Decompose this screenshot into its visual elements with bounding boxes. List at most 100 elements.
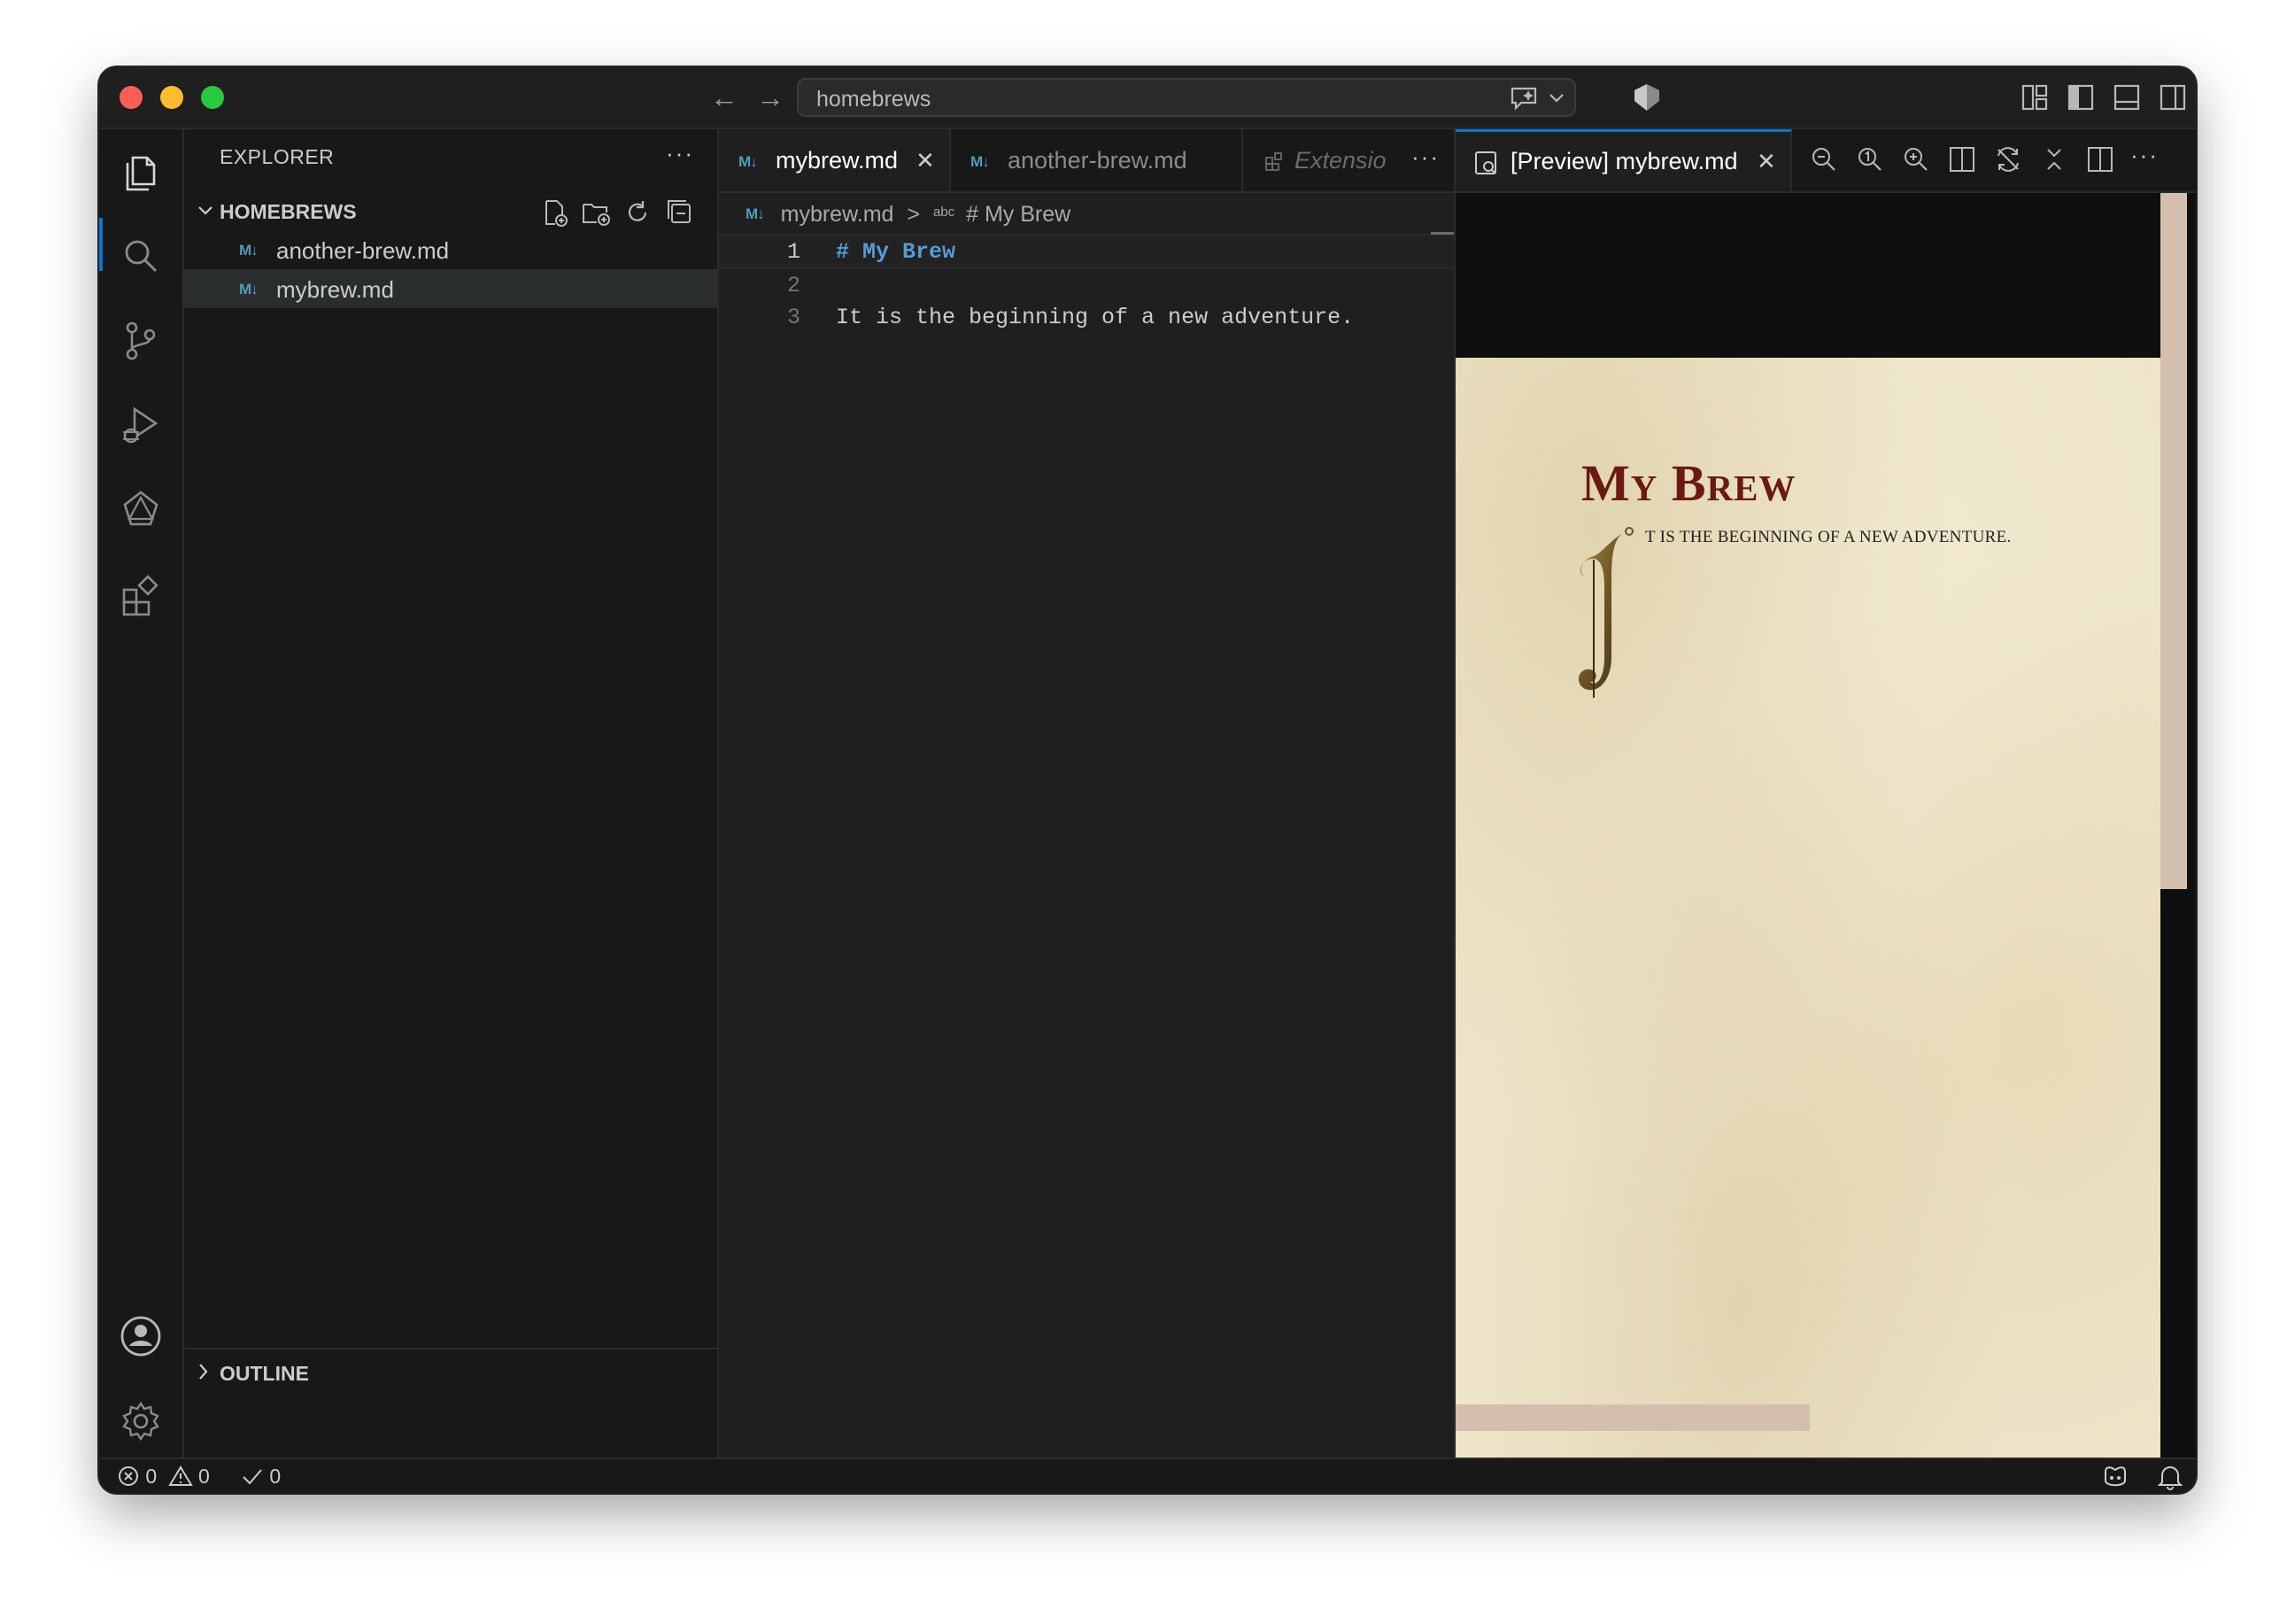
new-file-icon[interactable] (540, 198, 568, 227)
preview-tab-bar: [Preview] mybrew.md ✕ ··· (1456, 129, 2196, 193)
code-editor[interactable]: 1 # My Brew 2 3 It is the beginning of a… (719, 234, 1463, 333)
maximize-window-button[interactable] (201, 86, 224, 109)
command-center-search[interactable]: homebrews (797, 78, 1576, 117)
zoom-out-icon[interactable] (1810, 145, 1838, 174)
more-actions-icon[interactable]: ··· (666, 140, 694, 167)
breadcrumb-separator: > (907, 202, 920, 227)
notifications-bell-icon[interactable] (2157, 1463, 2183, 1491)
preview-viewport[interactable]: My Brew I t is the beginning of a new ad (1456, 193, 2196, 1481)
chevron-down-icon (198, 206, 212, 215)
outline-section-header[interactable]: OUTLINE (184, 1348, 717, 1394)
zoom-in-icon[interactable] (1902, 145, 1930, 174)
horizontal-scrollbar[interactable] (1456, 1404, 1810, 1431)
line-text: # My Brew (836, 239, 956, 265)
breadcrumb-file[interactable]: mybrew.md (781, 202, 894, 227)
code-line[interactable]: 1 # My Brew (719, 234, 1463, 269)
warning-count: 0 (197, 1465, 210, 1488)
explorer-files-icon[interactable] (117, 147, 165, 195)
file-item-another-brew[interactable]: M↓ another-brew.md (184, 230, 717, 269)
customize-layout-icon[interactable] (2021, 83, 2049, 112)
two-page-view-icon[interactable] (1948, 145, 1976, 174)
ornate-dropcap (1578, 527, 1634, 698)
more-actions-icon[interactable]: ··· (2130, 142, 2159, 169)
close-tab-icon[interactable]: ✕ (1757, 148, 1776, 175)
zoom-reset-icon[interactable] (1856, 145, 1884, 174)
run-debug-icon[interactable] (117, 402, 165, 450)
vertical-scrollbar[interactable] (2160, 193, 2187, 889)
vscode-window: ← → homebrews EXPLORER ··· HOMEBREWS M↓ … (99, 67, 2196, 1493)
chevron-right-icon (199, 1364, 208, 1380)
gear-icon[interactable] (117, 1397, 165, 1445)
minimize-window-button[interactable] (160, 86, 183, 109)
forward-arrow-icon[interactable]: → (756, 80, 784, 115)
collapse-all-icon[interactable] (666, 198, 694, 227)
warning-icon (167, 1465, 193, 1486)
markdown-icon: M↓ (970, 153, 990, 170)
line-number: 1 (786, 239, 800, 265)
refresh-icon[interactable] (623, 198, 652, 227)
tab-label: Extensio (1294, 147, 1387, 174)
problems-indicator[interactable]: 0 0 (117, 1465, 210, 1489)
symbol-string-icon: abc (932, 205, 955, 220)
parchment-page: My Brew I t is the beginning of a new ad (1456, 358, 2160, 1481)
active-indicator (99, 218, 103, 271)
file-item-mybrew[interactable]: M↓ mybrew.md (184, 269, 717, 308)
line-text: It is the beginning of a new adventure. (836, 305, 1355, 330)
status-bar: 0 0 0 (99, 1458, 2196, 1493)
preview-paragraph: t is the beginning of a new adventure. (1645, 528, 2012, 546)
preview-icon (1475, 151, 1496, 174)
chat-icon[interactable] (1509, 85, 1539, 112)
command-center-label: homebrews (816, 87, 931, 112)
tab-extensions[interactable]: Extensio ··· (1243, 129, 1463, 191)
line-number: 3 (786, 305, 800, 330)
source-control-icon[interactable] (117, 317, 165, 365)
file-name: mybrew.md (276, 276, 394, 303)
editor-group-source: M↓ mybrew.md ✕ M↓ another-brew.md Extens… (719, 129, 1463, 1458)
chevron-down-icon[interactable] (1548, 92, 1565, 104)
code-line[interactable]: 3 It is the beginning of a new adventure… (719, 301, 1463, 333)
preview-heading: My Brew (1581, 454, 1797, 512)
outline-label: OUTLINE (220, 1362, 309, 1385)
explorer-sidebar: EXPLORER ··· HOMEBREWS M↓ another-brew.m… (184, 129, 719, 1458)
close-window-button[interactable] (120, 86, 143, 109)
toggle-panel-icon[interactable] (2113, 83, 2141, 112)
breadcrumb-symbol[interactable]: # My Brew (966, 202, 1070, 227)
tab-more-actions-icon[interactable]: ··· (1411, 143, 1440, 171)
tab-another-brew[interactable]: M↓ another-brew.md (951, 129, 1243, 191)
account-icon[interactable] (117, 1312, 165, 1360)
check-icon (243, 1469, 262, 1485)
title-bar: ← → homebrews (99, 67, 2196, 129)
error-icon (119, 1466, 138, 1486)
markdown-icon: M↓ (239, 281, 259, 298)
toggle-secondary-sidebar-icon[interactable] (2159, 83, 2187, 112)
sync-scroll-icon[interactable] (1994, 145, 2022, 174)
breadcrumb: M↓ mybrew.md > abc # My Brew (746, 202, 1070, 228)
extensions-icon[interactable] (117, 572, 165, 620)
extensions-icon (1265, 152, 1282, 171)
editor-group-preview: [Preview] mybrew.md ✕ ··· My Brew T IS T… (1454, 129, 2196, 1481)
markdown-icon: M↓ (738, 153, 758, 170)
tab-mybrew[interactable]: M↓ mybrew.md ✕ (719, 129, 951, 191)
folder-name: HOMEBREWS (220, 200, 357, 223)
folder-header[interactable]: HOMEBREWS (184, 191, 717, 230)
new-folder-icon[interactable] (581, 198, 611, 227)
copilot-icon[interactable] (2100, 1463, 2130, 1491)
sidebar-title: EXPLORER (220, 145, 335, 168)
search-icon[interactable] (117, 232, 165, 280)
markdown-icon: M↓ (239, 242, 259, 259)
check-count: 0 (269, 1465, 282, 1488)
file-name: another-brew.md (276, 237, 450, 264)
back-arrow-icon[interactable]: ← (710, 80, 738, 115)
checks-indicator[interactable]: 0 (241, 1465, 281, 1489)
extension-triangle-icon[interactable] (117, 485, 165, 533)
tab-label: [Preview] mybrew.md (1511, 148, 1738, 174)
code-line[interactable]: 2 (719, 269, 1463, 301)
tab-label: another-brew.md (1008, 147, 1187, 174)
collapse-icon[interactable] (2040, 145, 2068, 174)
toggle-primary-sidebar-icon[interactable] (2067, 83, 2095, 112)
close-tab-icon[interactable]: ✕ (916, 147, 935, 174)
tab-preview-mybrew[interactable]: [Preview] mybrew.md ✕ (1456, 129, 1792, 191)
accounts-shield-icon[interactable] (1631, 81, 1663, 113)
split-editor-icon[interactable] (2086, 145, 2114, 174)
activity-bar (99, 129, 184, 1458)
